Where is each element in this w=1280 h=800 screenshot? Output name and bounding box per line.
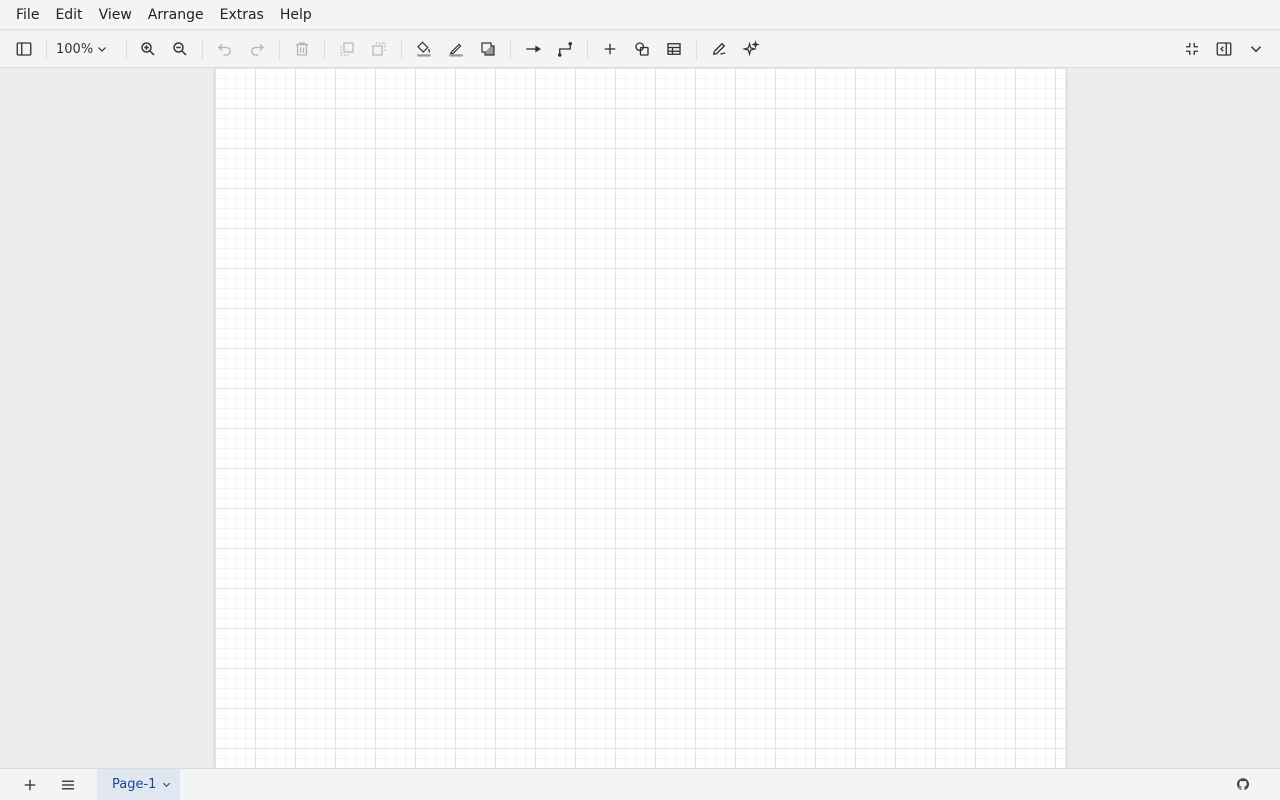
fill-color-button[interactable] [412, 37, 436, 61]
hamburger-icon [62, 780, 74, 790]
fill-color-icon [417, 41, 431, 57]
pages-menu-button[interactable] [56, 773, 80, 797]
table-button[interactable] [662, 37, 686, 61]
pencil-icon [712, 42, 726, 56]
format-panel-button[interactable] [1212, 37, 1236, 61]
freehand-button[interactable] [707, 37, 731, 61]
drawing-page[interactable] [215, 68, 1066, 768]
page-bar: Page-1 [0, 768, 1280, 800]
menu-edit[interactable]: Edit [47, 3, 90, 27]
toolbar-separator [202, 39, 203, 59]
toolbar-separator [587, 39, 588, 59]
generate-button[interactable] [739, 37, 763, 61]
add-page-button[interactable] [18, 773, 42, 797]
diagram-canvas[interactable] [0, 68, 1280, 768]
github-button[interactable] [1231, 773, 1255, 797]
zoom-in-button[interactable] [136, 37, 160, 61]
connection-style-button[interactable] [521, 37, 545, 61]
shadow-icon [481, 42, 495, 56]
menu-file[interactable]: File [8, 3, 47, 27]
format-panel-icon [1216, 42, 1232, 56]
github-icon [1237, 778, 1249, 790]
delete-button[interactable] [290, 37, 314, 61]
table-icon [667, 43, 681, 55]
menu-bar: File Edit View Arrange Extras Help [0, 0, 1280, 30]
plus-icon [604, 43, 616, 55]
menu-help[interactable]: Help [272, 3, 320, 27]
chevron-down-icon [163, 782, 171, 788]
toolbar-separator [126, 39, 127, 59]
undo-button[interactable] [213, 37, 237, 61]
fullscreen-button[interactable] [1180, 37, 1204, 61]
page-tab-label: Page-1 [112, 777, 157, 792]
fullscreen-icon [1186, 43, 1198, 55]
toolbar-separator [279, 39, 280, 59]
to-back-button[interactable] [367, 37, 391, 61]
redo-icon [251, 44, 264, 56]
toolbar-separator [401, 39, 402, 59]
menu-extras[interactable]: Extras [212, 3, 272, 27]
line-color-icon [449, 43, 463, 57]
zoom-out-button[interactable] [168, 37, 192, 61]
plus-icon [24, 779, 36, 791]
zoom-level: 100% [56, 41, 94, 57]
chevron-down-icon [1250, 46, 1262, 53]
insert-button[interactable] [598, 37, 622, 61]
to-front-button[interactable] [335, 37, 359, 61]
trash-icon [296, 42, 308, 56]
toolbar-separator [324, 39, 325, 59]
chevron-down-icon [98, 47, 107, 52]
shadow-button[interactable] [476, 37, 500, 61]
orthogonal-connector-icon [557, 41, 573, 57]
line-color-button[interactable] [444, 37, 468, 61]
toolbar-separator [696, 39, 697, 59]
redo-button[interactable] [245, 37, 269, 61]
waypoints-button[interactable] [553, 37, 577, 61]
zoom-in-icon [141, 42, 155, 56]
toggle-sidebar-button[interactable] [12, 37, 36, 61]
sidebar-toggle-icon [16, 42, 32, 56]
to-front-icon [340, 42, 354, 56]
sparkles-icon [742, 40, 760, 57]
toolbar: 100% [0, 31, 1280, 68]
collapse-toolbar-button[interactable] [1244, 37, 1268, 61]
page-tab[interactable]: Page-1 [97, 769, 181, 800]
toolbar-separator [46, 39, 47, 59]
zoom-dropdown[interactable]: 100% [56, 37, 108, 61]
zoom-out-icon [173, 42, 187, 56]
toolbar-separator [510, 39, 511, 59]
menu-view[interactable]: View [91, 3, 140, 27]
arrow-right-icon [526, 45, 542, 53]
shapes-button[interactable] [630, 37, 654, 61]
undo-icon [218, 44, 231, 56]
menu-arrange[interactable]: Arrange [140, 3, 212, 27]
shapes-icon [635, 42, 649, 56]
to-back-icon [372, 42, 386, 56]
